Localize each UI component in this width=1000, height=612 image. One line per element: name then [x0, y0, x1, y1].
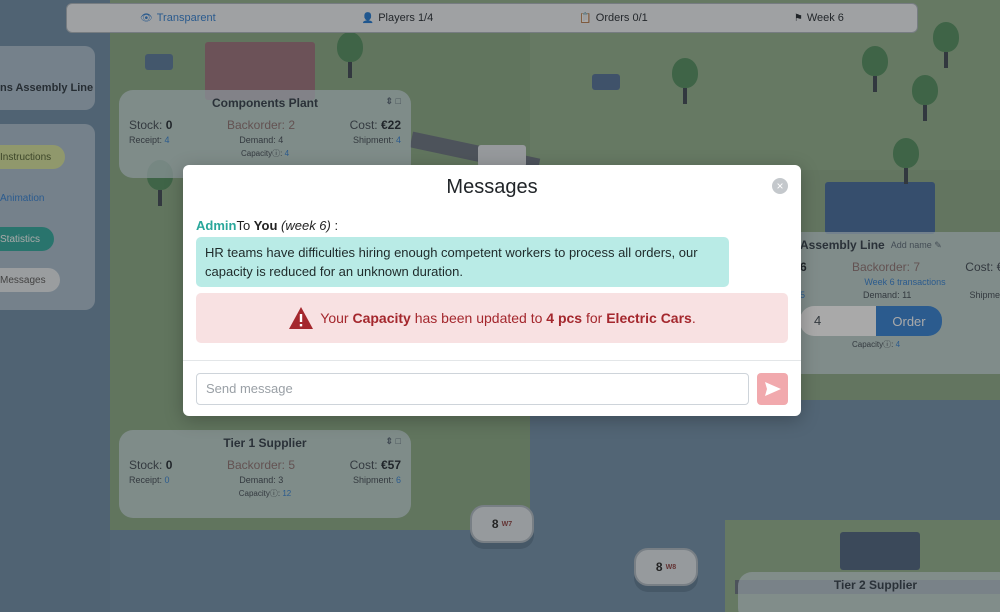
close-icon: ×: [776, 179, 784, 193]
send-icon: [764, 381, 781, 396]
modal-title: Messages: [446, 176, 538, 198]
alert-product: Electric Cars: [606, 310, 692, 326]
alert-field: Capacity: [352, 310, 411, 326]
message-suffix: :: [330, 218, 339, 233]
message-bubble: HR teams have difficulties hiring enough…: [196, 237, 729, 287]
message-list: AdminTo You (week 6) : HR teams have dif…: [183, 210, 801, 360]
capacity-alert: Your Capacity has been updated to 4 pcs …: [196, 293, 788, 343]
message-to: To: [236, 218, 254, 233]
message-week: (week 6): [281, 218, 331, 233]
close-button[interactable]: ×: [772, 178, 788, 194]
warning-icon: [289, 307, 314, 329]
message-recipient: You: [253, 218, 278, 233]
message-sender: Admin: [196, 218, 237, 233]
messages-modal: Messages × AdminTo You (week 6) : HR tea…: [183, 165, 801, 416]
message-input[interactable]: [196, 372, 749, 405]
alert-value: 4 pcs: [546, 310, 583, 326]
modal-header: Messages ×: [183, 165, 801, 210]
send-button[interactable]: [757, 372, 788, 405]
alert-text: Your Capacity has been updated to 4 pcs …: [320, 310, 696, 326]
message-meta: AdminTo You (week 6) :: [196, 218, 788, 236]
modal-footer: [183, 360, 801, 416]
